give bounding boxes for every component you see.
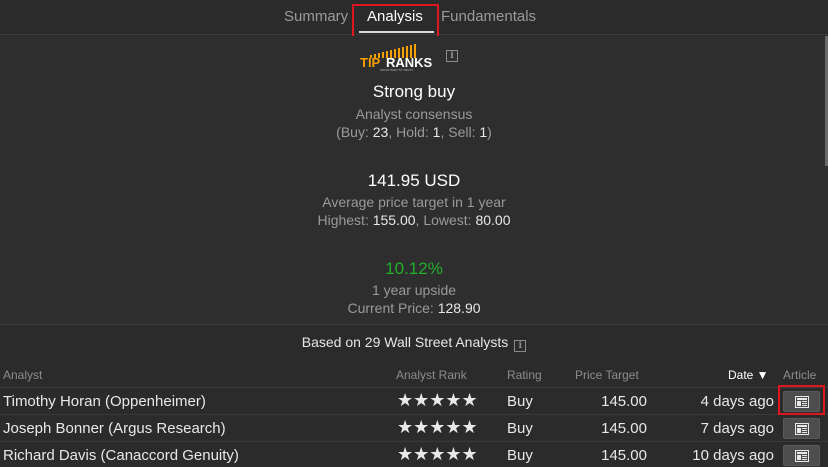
- column-header-price-target[interactable]: Price Target: [575, 368, 639, 382]
- tipranks-logo: TIP RANKS KNOW WHO TO TRUST: [360, 44, 433, 71]
- price-target-label: Average price target in 1 year: [322, 194, 506, 210]
- tab-fundamentals[interactable]: Fundamentals: [441, 8, 536, 25]
- analyst-name[interactable]: Richard Davis (Canaccord Genuity): [3, 447, 239, 464]
- column-header-date[interactable]: Date ▼: [728, 368, 769, 382]
- table-row[interactable]: Richard Davis (Canaccord Genuity) ★★★★★ …: [0, 442, 828, 467]
- info-icon[interactable]: i: [446, 50, 458, 62]
- sell-count: 1: [479, 124, 488, 140]
- rating-value: Buy: [507, 447, 533, 464]
- consensus-breakdown: (Buy: 23, Hold: 1, Sell: 1): [336, 124, 492, 140]
- consensus-label: Analyst consensus: [355, 106, 473, 122]
- column-header-analyst[interactable]: Analyst: [3, 368, 42, 382]
- svg-text:TIP: TIP: [360, 55, 381, 70]
- analyst-name[interactable]: Joseph Bonner (Argus Research): [3, 420, 226, 437]
- highest-target: 155.00: [372, 212, 416, 228]
- article-icon: [795, 450, 809, 462]
- analyst-name[interactable]: Timothy Horan (Oppenheimer): [3, 393, 206, 410]
- date-value: 4 days ago: [700, 393, 774, 410]
- average-price-target: 141.95 USD: [367, 171, 461, 190]
- date-value: 10 days ago: [692, 447, 774, 464]
- analyst-rank-stars: ★★★★★: [397, 417, 478, 438]
- analyst-rank-stars: ★★★★★: [397, 444, 478, 465]
- price-target-value: 145.00: [601, 447, 647, 464]
- rating-value: Buy: [507, 393, 533, 410]
- price-target-value: 145.00: [601, 420, 647, 437]
- table-row[interactable]: Joseph Bonner (Argus Research) ★★★★★ Buy…: [0, 415, 828, 442]
- upside-label: 1 year upside: [371, 282, 457, 298]
- lowest-target: 80.00: [475, 212, 511, 228]
- consensus-rating: Strong buy: [372, 82, 456, 101]
- tab-summary[interactable]: Summary: [284, 8, 348, 25]
- svg-text:KNOW WHO TO TRUST: KNOW WHO TO TRUST: [380, 68, 413, 71]
- table-header: Analyst Analyst Rank Rating Price Target…: [0, 362, 828, 388]
- column-header-analyst-rank[interactable]: Analyst Rank: [396, 368, 467, 382]
- analyst-rank-stars: ★★★★★: [397, 390, 478, 411]
- buy-count: 23: [372, 124, 389, 140]
- current-price-value: 128.90: [437, 300, 481, 316]
- analyst-table: Analyst Analyst Rank Rating Price Target…: [0, 362, 828, 467]
- date-value: 7 days ago: [700, 420, 774, 437]
- article-icon: [795, 423, 809, 435]
- rating-value: Buy: [507, 420, 533, 437]
- analyst-count-heading: Based on 29 Wall Street Analysts i: [0, 334, 828, 352]
- highlight-box-article-button: [778, 385, 825, 415]
- highlight-box-analysis-tab: [352, 4, 439, 39]
- table-row[interactable]: Timothy Horan (Oppenheimer) ★★★★★ Buy 14…: [0, 388, 828, 415]
- article-button[interactable]: [783, 445, 820, 466]
- column-header-rating[interactable]: Rating: [507, 368, 542, 382]
- column-header-article: Article: [783, 368, 817, 382]
- price-target-value: 145.00: [601, 393, 647, 410]
- info-icon[interactable]: i: [514, 340, 527, 352]
- price-target-range: Highest: 155.00, Lowest: 80.00: [317, 212, 511, 228]
- upside-percent: 10.12%: [385, 259, 443, 278]
- article-button[interactable]: [783, 418, 820, 439]
- current-price: Current Price: 128.90: [347, 300, 481, 316]
